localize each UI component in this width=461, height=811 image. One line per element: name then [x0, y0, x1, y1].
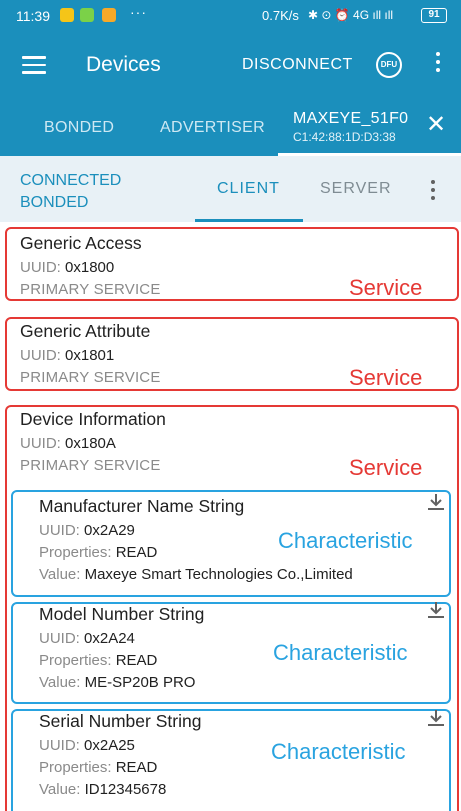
characteristic-value: Value: ME-SP20B PRO — [39, 674, 196, 691]
system-status-icons: ✱ ⊙ ⏰ 4G ıll ıll — [308, 8, 394, 22]
characteristic-uuid: UUID: 0x2A25 — [39, 737, 135, 754]
service-uuid: UUID: 0x1800 — [20, 259, 115, 276]
tab-bonded[interactable]: BONDED — [44, 119, 114, 137]
characteristic-annotation-label: Characteristic — [273, 640, 408, 665]
characteristic-item[interactable]: Model Number String UUID: 0x2A24 Propert… — [39, 604, 204, 694]
service-item[interactable]: Device Information UUID: 0x180A PRIMARY … — [20, 409, 166, 477]
service-name: Generic Attribute — [20, 321, 151, 341]
characteristic-properties: Properties: READ — [39, 759, 158, 776]
device-name: MAXEYE_51F0 — [293, 110, 409, 127]
menu-icon[interactable] — [22, 56, 46, 74]
service-annotation-label: Service — [349, 275, 423, 300]
service-annotation-label: Service — [349, 365, 423, 390]
status-time: 11:39 — [16, 8, 50, 24]
service-name: Device Information — [20, 409, 166, 429]
characteristic-name: Manufacturer Name String — [39, 496, 245, 516]
app-toolbar: Devices DISCONNECT DFU — [0, 32, 461, 98]
characteristic-item[interactable]: Serial Number String UUID: 0x2A25 Proper… — [39, 711, 201, 801]
tab-connected-device[interactable]: MAXEYE_51F0 C1:42:88:1D:D3:38 ✕ — [278, 98, 461, 156]
overflow-menu-icon[interactable] — [429, 180, 437, 202]
tab-server[interactable]: SERVER — [320, 180, 392, 198]
read-download-icon[interactable] — [426, 708, 446, 728]
tab-advertiser[interactable]: ADVERTISER — [160, 119, 265, 137]
characteristic-value: Value: Maxeye Smart Technologies Co.,Lim… — [39, 566, 353, 583]
characteristic-name: Model Number String — [39, 604, 205, 624]
service-type: PRIMARY SERVICE — [20, 457, 161, 474]
device-tabs: BONDED ADVERTISER MAXEYE_51F0 C1:42:88:1… — [0, 98, 461, 156]
client-server-tabs: CONNECTED BONDED CLIENT SERVER — [0, 156, 461, 222]
characteristic-annotation-label: Characteristic — [271, 739, 406, 764]
wechat-icon — [80, 8, 94, 22]
note-app-icon — [102, 8, 116, 22]
read-download-icon[interactable] — [426, 600, 446, 620]
more-notifications-icon: ··· — [130, 4, 147, 20]
service-item[interactable]: Generic Attribute UUID: 0x1801 PRIMARY S… — [20, 321, 161, 389]
disconnect-button[interactable]: DISCONNECT — [242, 56, 353, 74]
connection-status-bonded: BONDED — [20, 194, 89, 211]
service-type: PRIMARY SERVICE — [20, 281, 161, 298]
characteristic-value: Value: ID12345678 — [39, 781, 167, 798]
battery-icon: 91 — [421, 8, 447, 23]
dfu-icon[interactable]: DFU — [376, 52, 402, 78]
service-type: PRIMARY SERVICE — [20, 369, 161, 386]
app-notification-icon — [60, 8, 74, 22]
characteristic-annotation-label: Characteristic — [278, 528, 413, 553]
connection-status-connected: CONNECTED — [20, 172, 122, 189]
close-icon[interactable]: ✕ — [426, 112, 446, 138]
connection-status: CONNECTED BONDED — [20, 170, 121, 214]
status-bar: 11:39 ··· 0.7K/s ✱ ⊙ ⏰ 4G ıll ıll 91 — [0, 0, 461, 32]
service-annotation-label: Service — [349, 455, 423, 480]
characteristic-properties: Properties: READ — [39, 652, 158, 669]
characteristic-uuid: UUID: 0x2A24 — [39, 630, 135, 647]
service-item[interactable]: Generic Access UUID: 0x1800 PRIMARY SERV… — [20, 233, 161, 301]
characteristic-name: Serial Number String — [39, 711, 202, 731]
service-uuid: UUID: 0x1801 — [20, 347, 115, 364]
read-download-icon[interactable] — [426, 492, 446, 512]
device-address: C1:42:88:1D:D3:38 — [293, 130, 396, 144]
service-uuid: UUID: 0x180A — [20, 435, 116, 452]
service-name: Generic Access — [20, 233, 142, 253]
tab-client[interactable]: CLIENT — [217, 180, 280, 198]
page-title: Devices — [86, 53, 161, 76]
overflow-menu-icon[interactable] — [431, 52, 445, 78]
tab-indicator — [195, 219, 303, 222]
network-speed: 0.7K/s — [262, 8, 299, 23]
